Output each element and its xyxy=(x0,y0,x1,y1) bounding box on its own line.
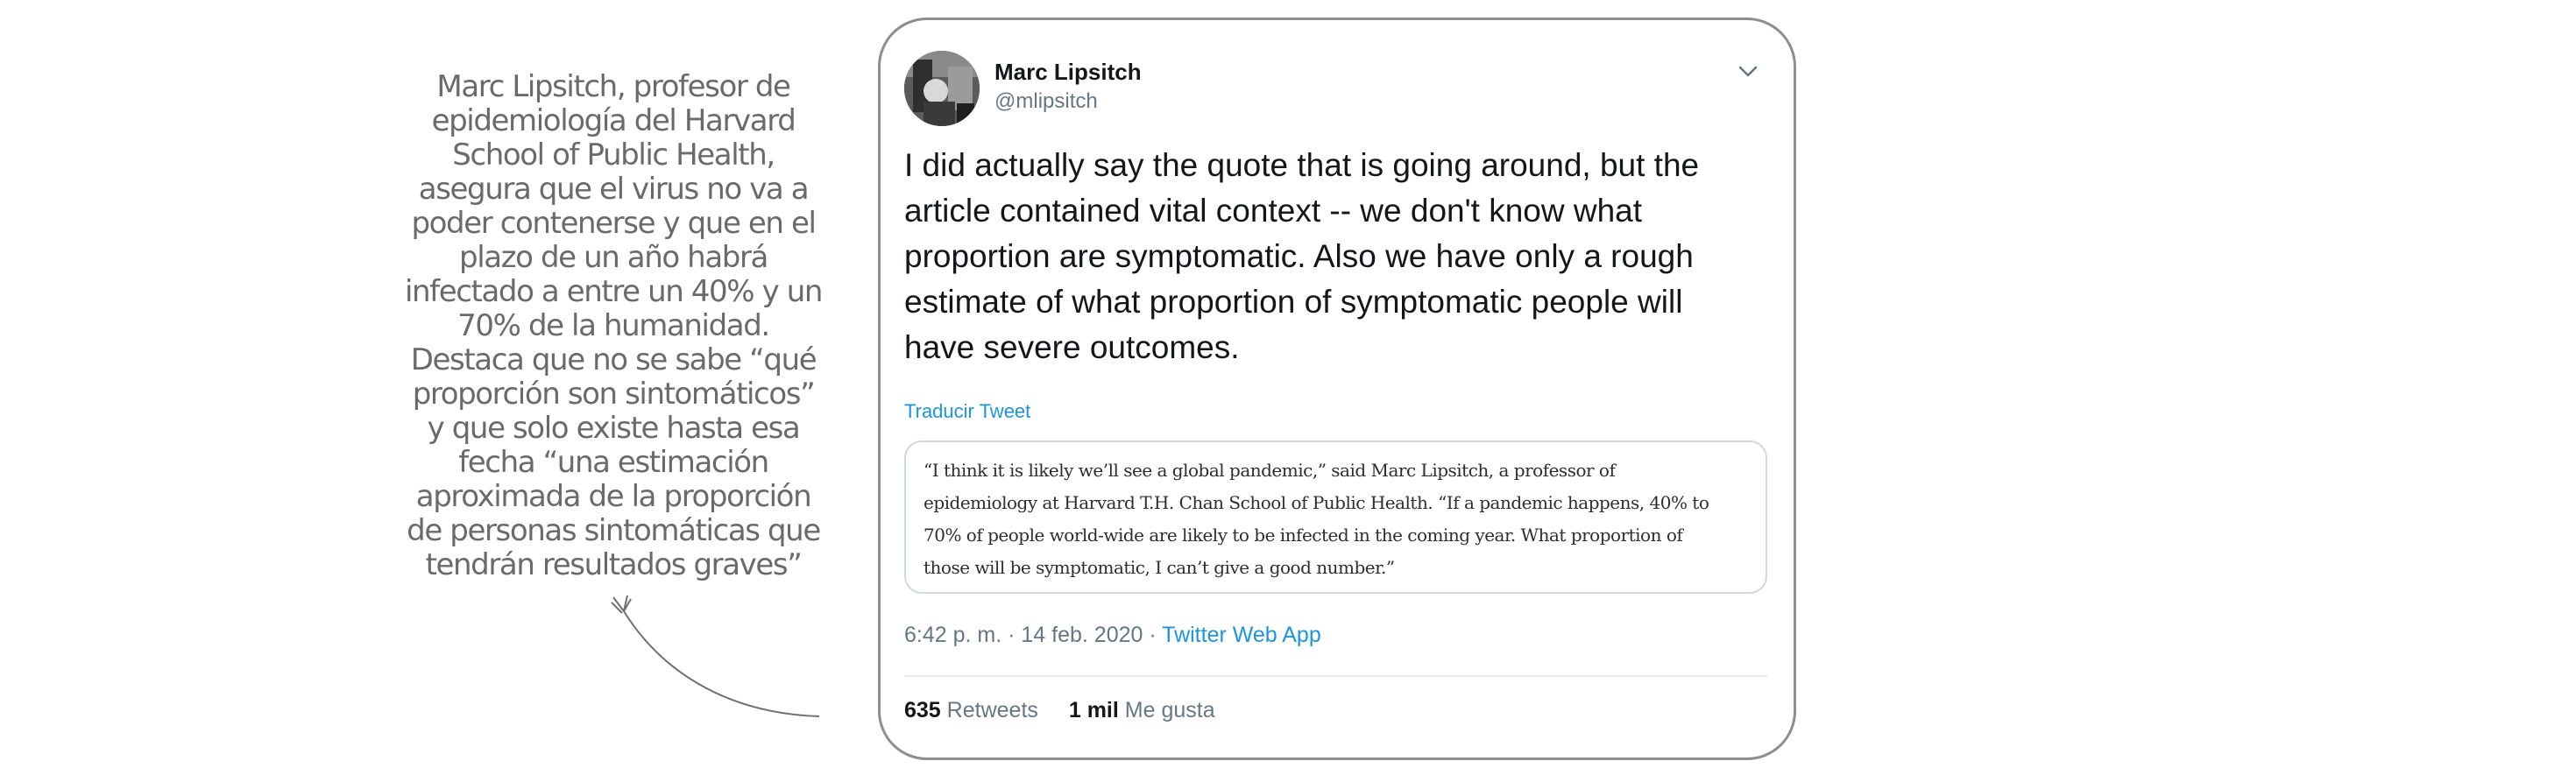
annotation-line: asegura que el virus no va a xyxy=(418,172,810,207)
likes-stat[interactable]: 1 mil Me gusta xyxy=(1069,698,1215,722)
likes-label: Me gusta xyxy=(1124,698,1215,722)
author-handle[interactable]: @mlipsitch xyxy=(994,89,1098,114)
tweet-metadata: 6:42 p. m. · 14 feb. 2020 · Twitter Web … xyxy=(904,623,1321,648)
chevron-down-icon[interactable] xyxy=(1736,59,1760,83)
annotation-line: plazo de un año habrá xyxy=(459,240,768,275)
annotation-line: fecha “una estimación xyxy=(458,445,769,480)
annotation-line: aproximada de la proporción xyxy=(415,479,812,514)
annotation-line: proporción son sintomáticos” xyxy=(412,377,816,412)
tweet-card[interactable]: Marc Lipsitch @mlipsitch I did actually … xyxy=(878,18,1796,760)
retweets-label: Retweets xyxy=(946,698,1038,722)
annotation-line: School of Public Health, xyxy=(452,137,775,173)
author-name[interactable]: Marc Lipsitch xyxy=(994,59,1142,86)
annotation-text: Marc Lipsitch, profesor de epidemiología… xyxy=(399,70,828,582)
quoted-article-image[interactable]: “I think it is likely we’ll see a global… xyxy=(904,440,1767,594)
retweets-stat[interactable]: 635 Retweets xyxy=(904,698,1038,722)
annotation-line: Marc Lipsitch, profesor de xyxy=(436,69,791,104)
annotation-line: infectado a entre un 40% y un xyxy=(404,274,823,309)
tweet-text-line: estimate of what proportion of symptomat… xyxy=(904,284,1683,320)
source-app-link[interactable]: Twitter Web App xyxy=(1162,623,1321,647)
tweet-text-line: have severe outcomes. xyxy=(904,329,1240,365)
annotation-line: de personas sintomáticas que xyxy=(407,513,821,548)
quote-line: those will be symptomatic, I can’t give … xyxy=(924,557,1395,578)
tweet-stats: 635 Retweets 1 mil Me gusta xyxy=(904,698,1240,723)
tweet-timestamp[interactable]: 6:42 p. m. · 14 feb. 2020 · xyxy=(904,623,1162,647)
quoted-article-text: “I think it is likely we’ll see a global… xyxy=(924,454,1748,584)
translate-tweet-link[interactable]: Traducir Tweet xyxy=(904,400,1030,423)
quote-line: epidemiology at Harvard T.H. Chan School… xyxy=(924,492,1709,513)
divider xyxy=(904,675,1767,677)
avatar[interactable] xyxy=(904,51,980,126)
tweet-text-line: article contained vital context -- we do… xyxy=(904,193,1643,229)
retweets-count: 635 xyxy=(904,698,941,722)
annotation-line: tendrán resultados graves” xyxy=(425,547,803,582)
annotation-line: Destaca que no se sabe “qué xyxy=(410,342,817,377)
tweet-text: I did actually say the quote that is goi… xyxy=(904,143,1772,370)
quote-line: “I think it is likely we’ll see a global… xyxy=(924,460,1616,481)
annotation-line: y que solo existe hasta esa xyxy=(427,411,801,446)
annotation-line: 70% de la humanidad. xyxy=(457,308,770,343)
tweet-text-line: proportion are symptomatic. Also we have… xyxy=(904,238,1694,274)
tweet-text-line: I did actually say the quote that is goi… xyxy=(904,147,1700,183)
annotation-line: epidemiología del Harvard xyxy=(431,103,796,138)
annotation-line: poder contenerse y que en el xyxy=(411,206,816,241)
curved-arrow-icon xyxy=(611,595,820,717)
avatar-photo xyxy=(904,51,980,126)
quote-line: 70% of people world-wide are likely to b… xyxy=(924,525,1683,546)
likes-count: 1 mil xyxy=(1068,698,1119,722)
